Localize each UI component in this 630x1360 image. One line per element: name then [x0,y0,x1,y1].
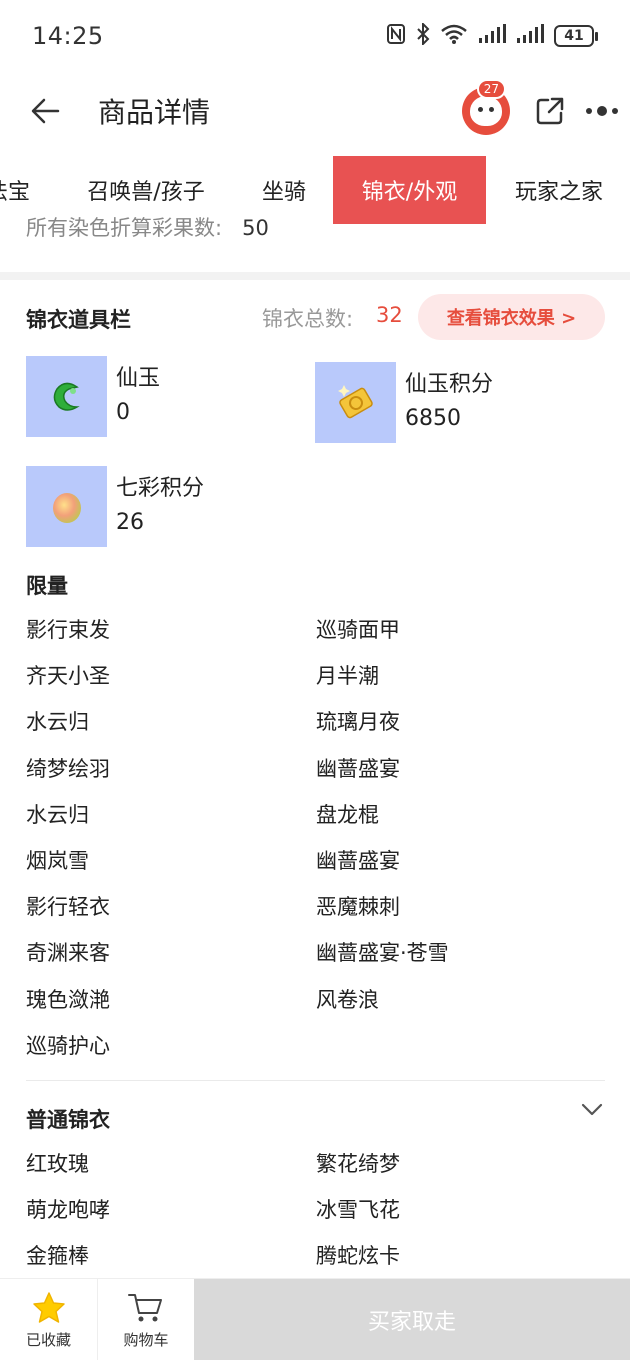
normal-list-left: 红玫瑰 萌龙咆哮 金箍棒 [26,1141,110,1280]
item-rainbow-points: 七彩积分 26 [26,466,204,547]
status-icons: 41 [386,21,598,50]
list-item: 巡骑面甲 [316,618,400,642]
star-icon [32,1291,65,1323]
more-button[interactable] [582,91,622,131]
bluetooth-icon [416,21,430,50]
dye-fruit-value: 50 [242,216,269,240]
list-item: 幽蔷盛宴 [316,849,400,874]
more-dots-icon [586,106,618,116]
status-bar: 14:25 41 [0,0,630,72]
signal-icon-2 [516,23,544,49]
jade-points-card-icon [315,362,396,443]
cat-mascot-icon [470,96,502,126]
normal-costume-title: 普通锦衣 [26,1108,110,1132]
list-item: 月半潮 [316,664,379,689]
battery-level: 41 [554,25,594,47]
list-item: 红玫瑰 [26,1152,89,1176]
item-value: 0 [116,400,130,425]
back-arrow-icon [31,98,60,124]
battery-icon: 41 [554,25,598,47]
list-item: 萌龙咆哮 [26,1198,110,1223]
notification-badge: 27 [476,79,506,99]
list-item: 幽蔷盛宴·苍雪 [316,941,449,966]
costume-total-value: 32 [376,303,403,327]
status-time: 14:25 [32,22,104,50]
share-icon [536,97,564,125]
avatar[interactable]: 27 [462,79,510,135]
divider [26,1080,605,1081]
list-item: 影行轻衣 [26,895,110,920]
list-item: 奇渊来客 [26,941,110,966]
dye-fruit-label: 所有染色折算彩果数: [26,216,223,240]
favorite-label: 已收藏 [25,1330,71,1349]
wifi-icon [440,23,468,50]
back-button[interactable] [24,89,68,133]
limited-list-left: 影行束发 齐天小圣 水云归 绮梦绘羽 水云归 烟岚雪 影行轻衣 奇渊来客 瑰色潋… [26,607,110,1069]
list-item: 巡骑护心 [26,1033,110,1058]
nfc-icon [386,23,406,50]
tab-costume[interactable]: 锦衣/外观 [333,156,486,224]
view-costume-effect-button[interactable]: 查看锦衣效果 > [418,294,605,340]
list-item: 盘龙棍 [316,802,379,827]
list-item: 风卷浪 [316,987,379,1012]
cart-icon [128,1293,162,1321]
list-item: 繁花绮梦 [316,1152,400,1176]
signal-icon [478,23,506,49]
list-item: 水云归 [26,802,89,827]
normal-list-right: 繁花绮梦 冰雪飞花 腾蛇炫卡 [316,1141,400,1280]
list-item: 幽蔷盛宴 [316,756,400,781]
costume-bar-title: 锦衣道具栏 [26,308,131,332]
costume-total-label: 锦衣总数: [262,307,354,331]
header: 商品详情 27 [0,72,630,150]
list-item: 影行束发 [26,618,110,642]
limited-list-right: 巡骑面甲 月半潮 琉璃月夜 幽蔷盛宴 盘龙棍 幽蔷盛宴 恶魔棘刺 幽蔷盛宴·苍雪… [316,607,449,1023]
list-item: 齐天小圣 [26,664,110,689]
rainbow-orb-icon [26,466,107,547]
item-value: 6850 [405,406,461,431]
item-name: 仙玉 [116,366,161,391]
chevron-down-icon[interactable] [578,1098,606,1122]
list-item: 腾蛇炫卡 [316,1244,400,1269]
favorite-button[interactable]: 已收藏 [0,1279,97,1360]
share-button[interactable] [530,91,570,131]
header-actions: 27 [462,72,630,150]
bottom-action-bar: 已收藏 购物车 买家取走 [0,1278,630,1360]
list-item: 烟岚雪 [26,849,89,874]
item-name: 仙玉积分 [405,372,494,397]
item-xianyu: 仙玉 0 [26,356,160,437]
dye-fruit-row: 所有染色折算彩果数: 50 [26,212,269,246]
section-separator [0,272,630,280]
cart-button[interactable]: 购物车 [97,1279,194,1360]
list-item: 绮梦绘羽 [26,756,110,781]
list-item: 琉璃月夜 [316,710,400,735]
green-jade-icon [26,356,107,437]
limited-title: 限量 [26,574,68,598]
item-name: 七彩积分 [116,476,205,501]
list-item: 冰雪飞花 [316,1198,400,1223]
list-item: 金箍棒 [26,1244,89,1269]
item-value: 26 [116,510,144,535]
list-item: 瑰色潋滟 [26,987,110,1012]
buyer-pickup-button[interactable]: 买家取走 [194,1279,630,1360]
page-title: 商品详情 [98,96,211,129]
item-xianyu-points: 仙玉积分 6850 [315,362,493,443]
list-item: 恶魔棘刺 [316,895,400,920]
tab-player-home[interactable]: 玩家之家 [503,156,615,224]
cart-label: 购物车 [123,1330,169,1349]
list-item: 水云归 [26,710,89,735]
